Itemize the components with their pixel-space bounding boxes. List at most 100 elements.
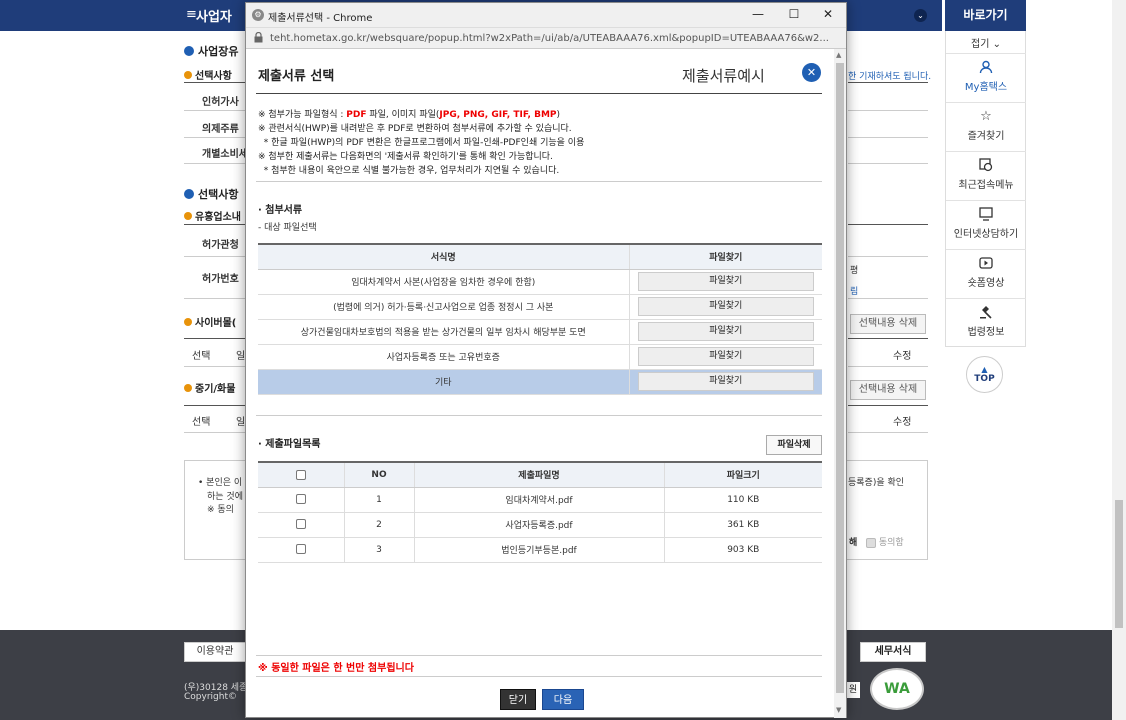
file-size: 361 KB: [664, 512, 822, 538]
user-icon: [978, 60, 994, 76]
next-button[interactable]: 다음: [542, 689, 584, 710]
browser-icon: ⚙: [252, 9, 264, 21]
file-name: 사업자등록증.pdf: [414, 512, 665, 538]
close-icon[interactable]: ✕: [818, 7, 838, 21]
form-name-cell: 상가건물임대차보호법의 적용을 받는 상가건물의 일부 임차시 해당부분 도면: [258, 319, 630, 345]
column-header: 제출파일명: [414, 462, 665, 488]
column-header: 선택: [192, 351, 211, 362]
table-row[interactable]: (법령에 의거) 허가·등록·신고사업으로 업종 정정시 그 사본 파일찾기: [258, 294, 822, 320]
table-row[interactable]: 3 법인등기부등본.pdf 903 KB: [258, 537, 822, 563]
close-popup-icon[interactable]: ✕: [802, 63, 821, 82]
sidebar-item-label: 인터넷상담하기: [953, 229, 1019, 240]
gavel-icon: [978, 305, 994, 321]
terms-button[interactable]: 이용약관: [184, 642, 246, 662]
field-label: 개별소비세: [202, 149, 248, 160]
duplicate-file-warning: ※ 동일한 파일은 한 번만 첨부됩니다: [258, 663, 414, 674]
table-row[interactable]: 상가건물임대차보호법의 적용을 받는 상가건물의 일부 임차시 해당부분 도면 …: [258, 319, 822, 345]
maximize-icon[interactable]: ☐: [784, 7, 804, 21]
page-scrollbar[interactable]: [1112, 0, 1126, 720]
table-row[interactable]: 임대차계약서 사본(사업장을 임차한 경우에 한함) 파일찾기: [258, 269, 822, 295]
submit-section-title: · 제출파일목록: [258, 439, 321, 450]
form-name-cell: 사업자등록증 또는 고유번호증: [258, 344, 630, 370]
find-file-button[interactable]: 파일찾기: [637, 272, 814, 291]
column-header: 서식명: [258, 244, 630, 270]
top-button[interactable]: ▲ TOP: [966, 356, 1003, 393]
scroll-up-icon[interactable]: ▲: [836, 51, 841, 59]
find-file-button[interactable]: 파일찾기: [637, 347, 814, 366]
agreement-text: 등록증)을 확인: [848, 478, 905, 488]
field-label: 의제주류: [202, 124, 239, 135]
sidebar-item-label: 법령정보: [967, 327, 1005, 338]
find-file-button[interactable]: 파일찾기: [637, 322, 814, 341]
form-name-cell: (법령에 의거) 허가·등록·신고사업으로 업종 정정시 그 사본: [258, 294, 630, 320]
delete-selection-button[interactable]: 선택내용 삭제: [850, 380, 926, 400]
file-no: 2: [344, 512, 415, 538]
sidebar-item-law[interactable]: 법령정보: [946, 298, 1026, 346]
close-button[interactable]: 닫기: [500, 689, 536, 710]
table-row-selected[interactable]: 기타 파일찾기: [258, 369, 822, 395]
agree-checkbox[interactable]: 동의함: [866, 535, 904, 548]
find-file-button[interactable]: 파일찾기: [637, 372, 814, 391]
form-name-cell: 기타: [258, 369, 630, 395]
recent-icon: [978, 158, 994, 174]
agreement-text: 하는 것에: [207, 492, 243, 502]
column-header: NO: [344, 462, 415, 488]
document-example-link[interactable]: 제출서류예시: [682, 65, 765, 86]
form-table: 서식명 파일찾기 임대차계약서 사본(사업장을 임차한 경우에 한함) 파일찾기…: [258, 243, 822, 395]
sidebar-item-label: 최근접속메뉴: [958, 180, 1014, 191]
column-header: 수정: [893, 417, 912, 428]
delete-file-button[interactable]: 파일삭제: [766, 435, 822, 455]
table-row[interactable]: 사업자등록증 또는 고유번호증 파일찾기: [258, 344, 822, 370]
sidebar-item-shortform[interactable]: 숏폼영상: [946, 249, 1026, 297]
file-size: 903 KB: [664, 537, 822, 563]
minimize-icon[interactable]: —: [748, 7, 768, 21]
notice-line: * 첨부한 내용이 육안으로 식별 불가능한 경우, 업무처리가 지연될 수 있…: [258, 166, 560, 176]
chevron-down-icon[interactable]: ⌄: [914, 9, 927, 22]
shortcut-panel: 접기 ⌄ My홈택스 ☆ 즐겨찾기 최근접속메뉴 인터넷상담하기 숏폼영상 법령…: [945, 31, 1026, 347]
select-all-checkbox[interactable]: [258, 462, 345, 488]
file-table: NO 제출파일명 파일크기 1 임대차계약서.pdf 110 KB 2 사업자등…: [258, 461, 822, 563]
address-bar: teht.hometax.go.kr/websquare/popup.html?…: [246, 28, 846, 49]
row-checkbox[interactable]: [295, 544, 306, 555]
sidebar-item-consult[interactable]: 인터넷상담하기: [946, 200, 1026, 248]
tax-forms-button[interactable]: 세무서식: [860, 642, 926, 662]
subsection-title: 사이버몰(: [184, 314, 236, 329]
sidebar-item-recent[interactable]: 최근접속메뉴: [946, 151, 1026, 199]
window-titlebar: ⚙ 제출서류선택 - Chrome — ☐ ✕: [246, 3, 846, 28]
star-icon: ☆: [980, 109, 992, 124]
sidebar-item-label: My홈택스: [964, 82, 1008, 93]
column-header: 파일크기: [664, 462, 822, 488]
notice-line: ※ 관련서식(HWP)를 내려받은 후 PDF로 변환하여 첨부서류에 추가할 …: [258, 124, 572, 134]
delete-selection-button[interactable]: 선택내용 삭제: [850, 314, 926, 334]
column-header: 일: [236, 417, 246, 428]
hint-text: 한 기재하셔도 됩니다.: [848, 72, 932, 82]
table-row[interactable]: 2 사업자등록증.pdf 361 KB: [258, 512, 822, 538]
link-text[interactable]: 림: [850, 284, 858, 297]
field-text: 평: [850, 266, 859, 276]
chat-icon: [978, 207, 994, 223]
nav-title[interactable]: 사업자: [196, 6, 232, 25]
url-text[interactable]: teht.hometax.go.kr/websquare/popup.html?…: [270, 33, 840, 44]
sidebar-item-favorites[interactable]: ☆ 즐겨찾기: [946, 102, 1026, 150]
fold-button[interactable]: 접기 ⌄: [946, 35, 1026, 50]
footer-copyright: Copyright©: [184, 692, 237, 702]
file-name: 임대차계약서.pdf: [414, 487, 665, 513]
sidebar-item-myhometax[interactable]: My홈택스: [946, 53, 1026, 101]
find-file-button[interactable]: 파일찾기: [637, 297, 814, 316]
scroll-down-icon[interactable]: ▼: [836, 706, 841, 714]
agreement-text: 해: [849, 538, 858, 548]
popup-scrollbar[interactable]: ▲ ▼: [834, 49, 846, 718]
row-checkbox[interactable]: [295, 494, 306, 505]
column-header: 수정: [893, 351, 912, 362]
section-title: 사업장유: [184, 43, 238, 59]
shortcut-header: 바로가기: [945, 0, 1026, 31]
footer-side-label: 원: [846, 682, 860, 698]
notice-line: ※ 첨부한 제출서류는 다음화면의 '제출서류 확인하기'를 통해 확인 가능합…: [258, 152, 553, 162]
file-size: 110 KB: [664, 487, 822, 513]
wa-certification-logo: WA: [870, 668, 924, 710]
page-title: 제출서류 선택: [258, 69, 335, 84]
file-no: 3: [344, 537, 415, 563]
notice-line: * 한글 파일(HWP)의 PDF 변환은 한글프로그램에서 파일-인쇄-PDF…: [258, 138, 585, 148]
row-checkbox[interactable]: [295, 519, 306, 530]
table-row[interactable]: 1 임대차계약서.pdf 110 KB: [258, 487, 822, 513]
